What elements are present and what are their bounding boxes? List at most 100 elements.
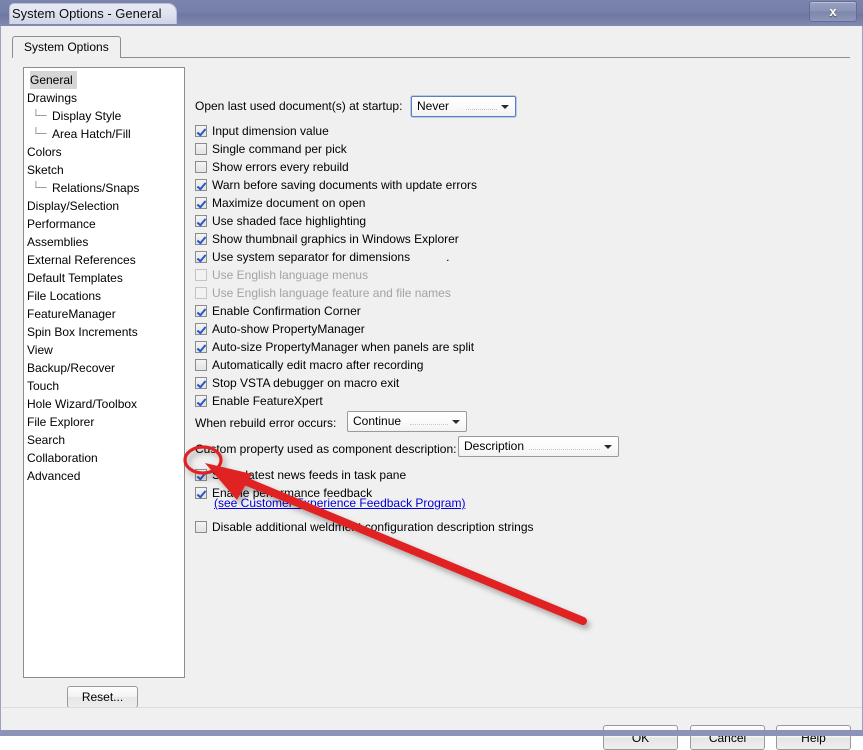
option-checkbox-row[interactable]: Use English language feature and file na…: [195, 284, 451, 302]
sidebar-item[interactable]: Drawings: [24, 89, 184, 107]
option-checkbox-row[interactable]: Show thumbnail graphics in Windows Explo…: [195, 230, 459, 248]
option-checkbox-row[interactable]: Show errors every rebuild: [195, 158, 349, 176]
sidebar-item[interactable]: General: [24, 71, 184, 89]
chevron-down-icon: [604, 445, 612, 449]
sidebar-item-label: Backup/Recover: [27, 361, 116, 375]
sidebar-item-label: General: [30, 71, 77, 89]
window-title: System Options - General: [9, 3, 177, 24]
sidebar-item[interactable]: File Explorer: [24, 413, 184, 431]
option-checkbox-row[interactable]: Warn before saving documents with update…: [195, 176, 477, 194]
sidebar-item[interactable]: Colors: [24, 143, 184, 161]
checkbox-icon[interactable]: [195, 395, 207, 407]
sidebar-item[interactable]: └─ Relations/Snaps: [24, 179, 184, 197]
sidebar-item[interactable]: Spin Box Increments: [24, 323, 184, 341]
settings-category-list[interactable]: General Drawings └─ Display Style └─ Area Hat…: [23, 67, 185, 678]
sidebar-item-label: FeatureManager: [27, 307, 116, 321]
option-checkbox-row[interactable]: Auto-show PropertyManager: [195, 320, 365, 338]
option-checkbox-row[interactable]: Enable Confirmation Corner: [195, 302, 361, 320]
footer-divider: [2, 707, 862, 708]
sidebar-item[interactable]: Search: [24, 431, 184, 449]
custom-property-label: Custom property used as component descri…: [195, 442, 457, 456]
checkbox-icon[interactable]: [195, 161, 207, 173]
option-checkbox-label: Input dimension value: [212, 124, 329, 138]
sidebar-item[interactable]: FeatureManager: [24, 305, 184, 323]
sidebar-item[interactable]: File Locations: [24, 287, 184, 305]
combo-fill: [529, 448, 600, 450]
sidebar-item-label: Default Templates: [27, 271, 123, 285]
sidebar-item[interactable]: Display/Selection: [24, 197, 184, 215]
sidebar-item[interactable]: Assemblies: [24, 233, 184, 251]
checkbox-icon[interactable]: [195, 143, 207, 155]
checkbox-icon[interactable]: [195, 323, 207, 335]
checkbox-icon[interactable]: [195, 233, 207, 245]
sidebar-item-label: Sketch: [27, 163, 64, 177]
startup-label: Open last used document(s) at startup:: [195, 99, 403, 113]
sidebar-item-label: Drawings: [27, 91, 78, 105]
checkbox-icon[interactable]: [195, 125, 207, 137]
option-checkbox-row[interactable]: Use shaded face highlighting: [195, 212, 366, 230]
checkbox-icon[interactable]: [195, 197, 207, 209]
sidebar-item[interactable]: Performance: [24, 215, 184, 233]
checkbox-icon[interactable]: [195, 179, 207, 191]
sidebar-item[interactable]: Hole Wizard/Toolbox: [24, 395, 184, 413]
checkbox-icon[interactable]: [195, 251, 207, 263]
custom-property-dropdown-value: Description: [464, 439, 525, 453]
sidebar-item[interactable]: Touch: [24, 377, 184, 395]
close-button[interactable]: x: [809, 1, 857, 22]
checkbox-icon[interactable]: [195, 305, 207, 317]
option-checkbox-label: Single command per pick: [212, 142, 347, 156]
checkbox-icon: [195, 269, 207, 281]
option-checkbox-row[interactable]: Input dimension value: [195, 122, 329, 140]
cancel-button[interactable]: Cancel: [690, 725, 765, 750]
customer-experience-feedback-link[interactable]: (see Customer Experience Feedback Progra…: [214, 496, 465, 510]
option-checkbox-row[interactable]: Show latest news feeds in task pane: [195, 466, 406, 484]
tree-branch-icon: └─: [32, 128, 47, 140]
option-checkbox-row[interactable]: Use system separator for dimensions.: [195, 248, 449, 266]
startup-dropdown[interactable]: Never: [411, 96, 516, 117]
checkbox-icon[interactable]: [195, 359, 207, 371]
ok-button[interactable]: OK: [603, 725, 678, 750]
checkbox-icon[interactable]: [195, 377, 207, 389]
option-checkbox-label: Auto-size PropertyManager when panels ar…: [212, 340, 475, 354]
sidebar-item-label: Collaboration: [27, 451, 98, 465]
system-options-dialog: System Options - General x System Option…: [0, 0, 863, 750]
sidebar-item[interactable]: View: [24, 341, 184, 359]
option-checkbox-row[interactable]: Maximize document on open: [195, 194, 365, 212]
option-checkbox-label: Stop VSTA debugger on macro exit: [212, 376, 400, 390]
checkbox-icon[interactable]: [195, 487, 207, 499]
checkbox-icon[interactable]: [195, 469, 207, 481]
sidebar-item-label: Relations/Snaps: [52, 181, 140, 195]
custom-property-dropdown[interactable]: Description: [458, 436, 619, 457]
dialog-client-area: System Options General Drawings └─ Display …: [0, 26, 863, 750]
checkbox-icon[interactable]: [195, 341, 207, 353]
checkbox-icon[interactable]: [195, 215, 207, 227]
rebuild-error-dropdown[interactable]: Continue: [347, 411, 467, 432]
rebuild-error-label: When rebuild error occurs:: [195, 416, 337, 430]
sidebar-item-label: File Explorer: [27, 415, 95, 429]
checkbox-icon[interactable]: [195, 521, 207, 533]
close-icon: x: [829, 4, 837, 19]
title-bar: System Options - General x: [0, 0, 863, 26]
option-checkbox-label: Enable FeatureXpert: [212, 394, 323, 408]
help-button[interactable]: Help: [776, 725, 851, 750]
sidebar-item[interactable]: └─ Display Style: [24, 107, 184, 125]
sidebar-item[interactable]: Advanced: [24, 467, 184, 485]
sidebar-item[interactable]: External References: [24, 251, 184, 269]
sidebar-item-label: Area Hatch/Fill: [52, 127, 131, 141]
option-checkbox-row[interactable]: Enable FeatureXpert: [195, 392, 323, 410]
sidebar-item[interactable]: └─ Area Hatch/Fill: [24, 125, 184, 143]
option-checkbox-row[interactable]: Single command per pick: [195, 140, 347, 158]
tab-system-options[interactable]: System Options: [12, 36, 121, 58]
sidebar-item[interactable]: Collaboration: [24, 449, 184, 467]
sidebar-item[interactable]: Backup/Recover: [24, 359, 184, 377]
option-checkbox-row[interactable]: Stop VSTA debugger on macro exit: [195, 374, 399, 392]
rebuild-error-dropdown-value: Continue: [353, 414, 402, 428]
sidebar-item-label: External References: [27, 253, 136, 267]
reset-button[interactable]: Reset...: [67, 686, 138, 708]
option-checkbox-row[interactable]: Disable additional weldment configuratio…: [195, 518, 534, 536]
sidebar-item[interactable]: Default Templates: [24, 269, 184, 287]
sidebar-item[interactable]: Sketch: [24, 161, 184, 179]
option-checkbox-row[interactable]: Use English language menus: [195, 266, 368, 284]
option-checkbox-row[interactable]: Auto-size PropertyManager when panels ar…: [195, 338, 474, 356]
option-checkbox-row[interactable]: Automatically edit macro after recording: [195, 356, 423, 374]
